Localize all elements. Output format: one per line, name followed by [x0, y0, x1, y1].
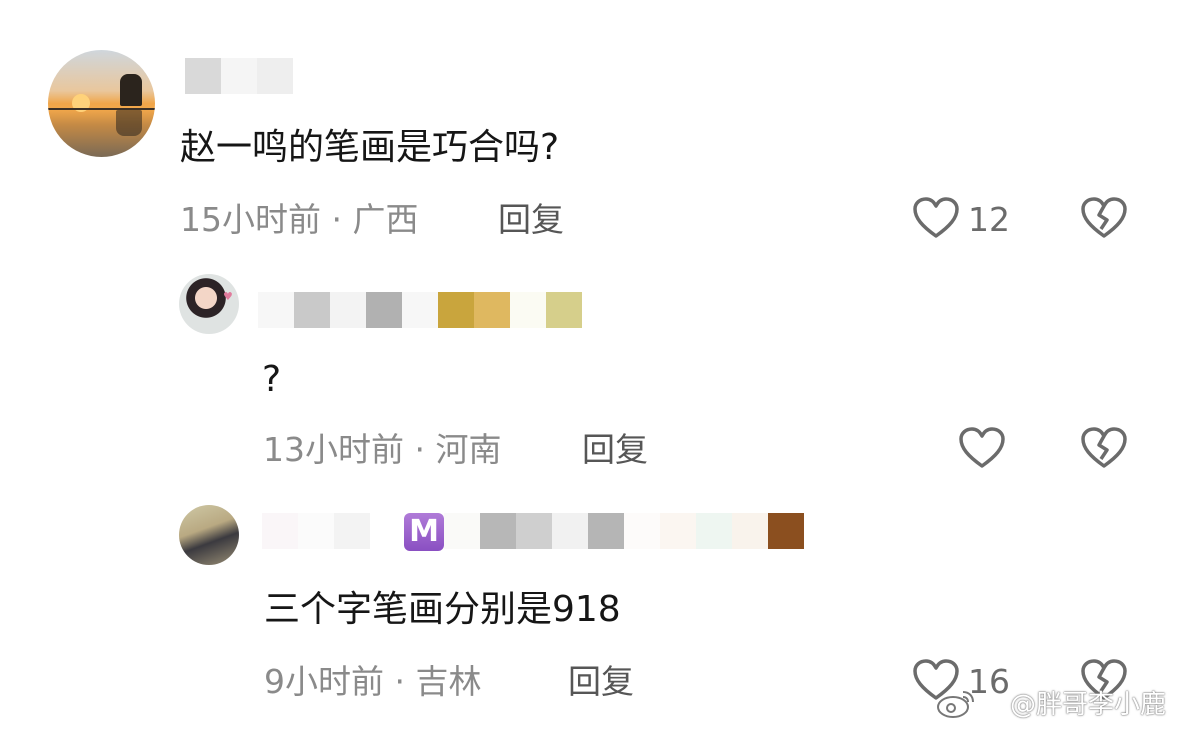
- avatar[interactable]: [179, 505, 239, 565]
- comment-meta: 9小时前 · 吉林: [264, 662, 482, 701]
- like-count: 12: [968, 200, 1010, 239]
- heart-outline-icon[interactable]: [912, 196, 960, 240]
- broken-heart-icon[interactable]: [1080, 426, 1128, 470]
- reply-button[interactable]: 回复: [568, 662, 634, 702]
- reply-button[interactable]: 回复: [498, 200, 564, 240]
- username-blurred[interactable]: [444, 513, 804, 549]
- username-blurred[interactable]: [258, 292, 582, 328]
- reply-button[interactable]: 回复: [582, 430, 648, 470]
- comment-meta: 13小时前 · 河南: [263, 430, 502, 469]
- comment-meta: 15小时前 · 广西: [180, 200, 419, 239]
- comment-text: 三个字笔画分别是918: [264, 589, 621, 630]
- username-blurred[interactable]: [185, 58, 293, 94]
- heart-outline-icon[interactable]: [958, 426, 1006, 470]
- member-badge: M: [404, 513, 444, 551]
- watermark-text: @胖哥李小鹿: [1009, 690, 1166, 720]
- avatar[interactable]: [48, 50, 155, 157]
- comment-text: 赵一鸣的笔画是巧合吗?: [180, 127, 560, 168]
- comment-text: ?: [262, 359, 282, 400]
- broken-heart-icon[interactable]: [1080, 196, 1128, 240]
- avatar[interactable]: ♥: [179, 274, 239, 334]
- weibo-logo-icon: [937, 691, 974, 718]
- username-blurred[interactable]: [262, 513, 414, 549]
